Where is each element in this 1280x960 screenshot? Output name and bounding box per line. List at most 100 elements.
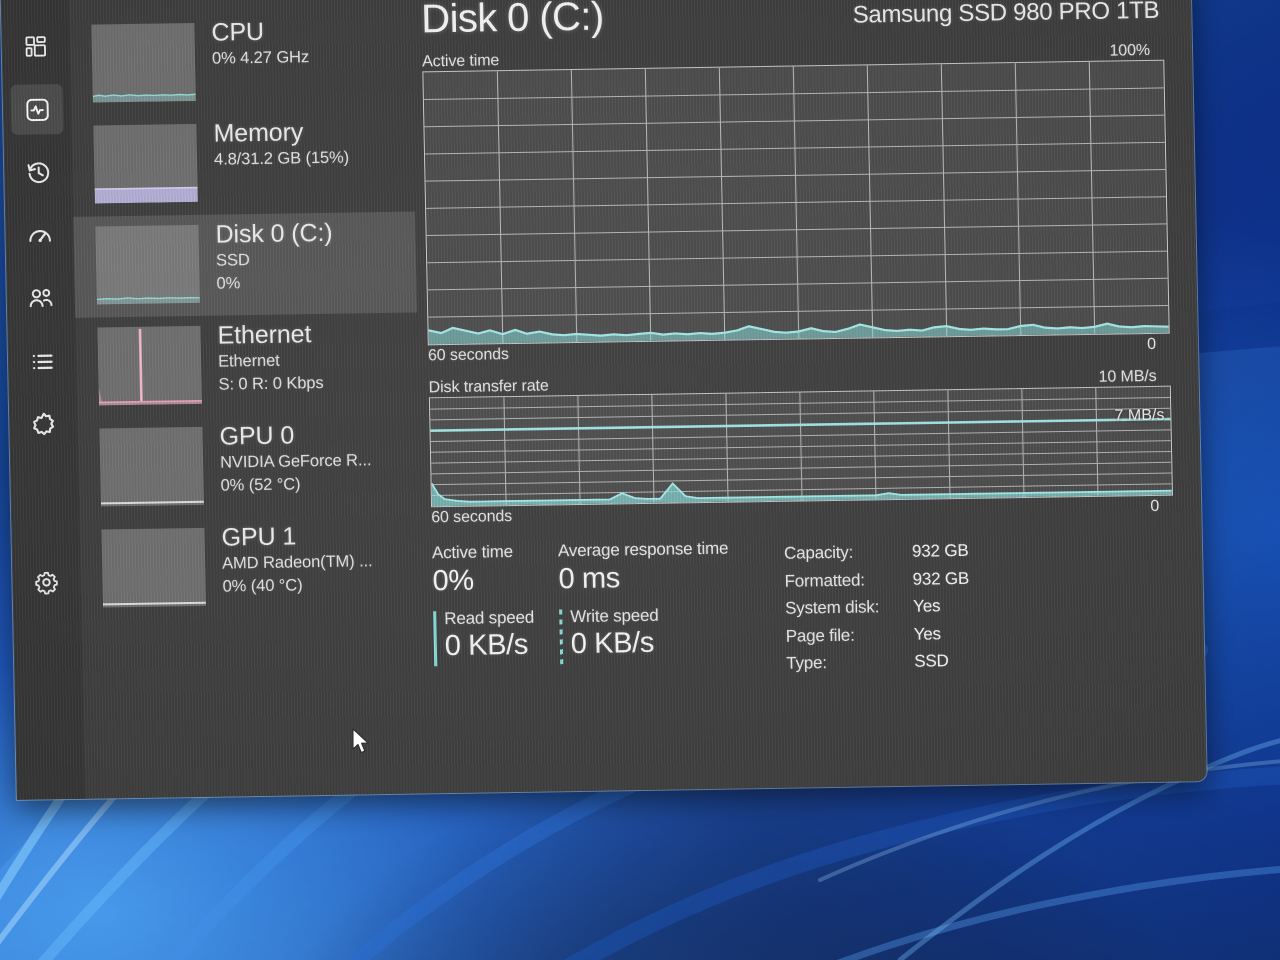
resource-item-cpu[interactable]: CPU 0% 4.27 GHz [69,10,413,116]
resource-sub-disk-0-0: SSD [215,250,250,270]
resource-sub-gpu-1-0: AMD Radeon(TM) ... [221,551,373,573]
stat-active-time: Active time 0% [432,541,559,597]
resource-title-gpu-0: GPU 0 [219,421,295,451]
settings-gear-icon [33,569,60,600]
property-key-system-disk: System disk: [784,597,880,618]
stat-write-speed: Write speed 0 KB/s [559,604,770,665]
resource-sub-disk-0-1: 0% [216,274,241,293]
nav-item-settings[interactable] [22,561,71,608]
transfer-rate-annotation: 7 MB/s [1114,406,1165,425]
disk-0-mini-graph [95,224,200,305]
property-value-type: SSD [914,651,949,671]
disk-0-text: Disk 0 (C:) SSD 0% [198,219,333,296]
detail-header: Disk 0 (C:) Samsung SSD 980 PRO 1TB [420,0,1164,42]
nav-item-users[interactable] [14,273,67,324]
ethernet-text: Ethernet Ethernet S: 0 R: 0 Kbps [200,320,323,397]
transfer-chart-min: 0 [1150,497,1160,515]
ethernet-mini-graph [97,325,202,406]
transfer-chart-max: 10 MB/s [1098,367,1157,386]
stat-write-speed-value: 0 KB/s [570,627,655,661]
cpu-mini-graph [91,22,196,103]
gpu-0-mini-graph [99,426,204,507]
resource-sub-memory-0: 4.8/31.2 GB (15%) [213,148,350,169]
performance-activity-icon [23,96,51,123]
resource-title-memory: Memory [213,118,304,148]
property-key-formatted: Formatted: [784,570,866,591]
resource-title-disk-0-c: Disk 0 (C:) [215,218,333,249]
resource-title-cpu: CPU [211,17,265,47]
memory-text: Memory 4.8/31.2 GB (15%) [196,118,349,172]
disk-detail-pane: Disk 0 (C:) Samsung SSD 980 PRO 1TB Acti… [409,0,1207,794]
property-value-capacity: 932 GB [911,540,969,561]
gpu-0-text: GPU 0 NVIDIA GeForce R... 0% (52 °C) [202,420,372,498]
resource-sub-gpu-0-0: NVIDIA GeForce R... [219,450,372,472]
resource-sub-ethernet-1: S: 0 R: 0 Kbps [218,374,324,394]
nav-item-app-history[interactable] [12,147,65,198]
stat-active-time-label: Active time [431,542,514,563]
property-key-type: Type: [786,653,828,673]
nav-item-startup-apps[interactable] [13,210,66,261]
property-key-capacity: Capacity: [783,542,854,563]
active-time-plot-area [422,59,1170,346]
cpu-text: CPU 0% 4.27 GHz [194,17,309,70]
transfer-rate-plot-area: 7 MB/s [428,385,1173,508]
transfer-rate-plot-svg [430,387,1172,507]
page-title: Disk 0 (C:) [420,0,604,42]
task-manager-window: CPU 0% 4.27 GHz Memory 4.8/31.2 GB (15%) [0,0,1207,800]
resource-sub-gpu-0-1: 0% (52 °C) [220,475,301,495]
transfer-chart-label: Disk transfer rate [428,377,549,397]
disk-stats-footer: Active time 0% Average response time 0 m… [432,532,1177,683]
active-time-chart: Active time 100% 60 seconds 0 [422,42,1170,366]
property-key-page-file: Page file: [785,625,855,646]
stat-read-speed-value: 0 KB/s [444,629,529,663]
property-row-type: Type: SSD [786,644,1169,678]
resource-list: CPU 0% 4.27 GHz Memory 4.8/31.2 GB (15%) [67,0,427,799]
resource-item-ethernet[interactable]: Ethernet Ethernet S: 0 R: 0 Kbps [75,312,419,418]
stat-active-time-value: 0% [432,564,474,598]
disk-transfer-rate-chart: Disk transfer rate 10 MB/s 7 MB/s 60 sec… [429,368,1174,528]
resource-sub-cpu-0: 0% 4.27 GHz [211,47,310,68]
transfer-chart-xlabel: 60 seconds [431,508,513,527]
memory-mini-graph [93,123,198,204]
gpu-1-text: GPU 1 AMD Radeon(TM) ... 0% (40 °C) [204,521,373,599]
write-speed-legend-swatch [559,609,564,665]
property-value-system-disk: Yes [912,596,941,616]
users-people-icon [27,284,56,312]
stat-read-speed: Read speed 0 KB/s [433,608,560,667]
active-time-plot-svg [423,61,1169,345]
disk-properties-table: Capacity: 932 GB Formatted: 932 GB Syste… [768,532,1169,678]
resource-item-disk-0-c[interactable]: Disk 0 (C:) SSD 0% [73,211,418,318]
resource-sub-gpu-1-1: 0% (40 °C) [222,576,303,596]
property-value-page-file: Yes [913,623,942,644]
nav-item-performance[interactable] [10,84,64,135]
stat-avg-response-label: Average response time [557,538,729,561]
stat-avg-response-time: Average response time 0 ms [558,538,769,596]
stat-read-speed-label: Read speed [444,608,535,629]
services-cog-icon [29,410,58,438]
property-value-formatted: 932 GB [912,568,970,589]
processes-grid-icon [22,33,49,59]
startup-gauge-icon [26,222,54,249]
device-model-label: Samsung SSD 980 PRO 1TB [852,0,1160,29]
stats-left-group: Active time 0% Average response time 0 m… [432,538,771,683]
read-speed-legend-swatch [433,611,438,667]
resource-title-gpu-1: GPU 1 [221,522,297,552]
nav-item-details[interactable] [16,336,69,387]
resource-sub-ethernet-0: Ethernet [217,351,280,371]
resource-item-gpu-1[interactable]: GPU 1 AMD Radeon(TM) ... 0% (40 °C) [79,514,423,620]
active-time-chart-xlabel: 60 seconds [427,346,510,365]
resource-item-gpu-0[interactable]: GPU 0 NVIDIA GeForce R... 0% (52 °C) [77,413,421,519]
active-time-chart-min: 0 [1146,335,1157,354]
speed-row: Read speed 0 KB/s Write speed 0 KB/s [433,604,770,667]
nav-item-processes[interactable] [9,21,62,72]
active-time-chart-label: Active time [421,52,500,71]
app-history-clock-icon [25,159,53,186]
gpu-1-mini-graph [101,527,207,608]
stat-avg-response-value: 0 ms [558,562,621,596]
resource-title-ethernet: Ethernet [217,320,312,350]
active-time-chart-max: 100% [1109,41,1151,60]
stat-write-speed-label: Write speed [570,606,659,627]
resource-item-memory[interactable]: Memory 4.8/31.2 GB (15%) [71,111,415,217]
nav-item-services[interactable] [17,399,70,450]
details-list-icon [28,348,56,375]
